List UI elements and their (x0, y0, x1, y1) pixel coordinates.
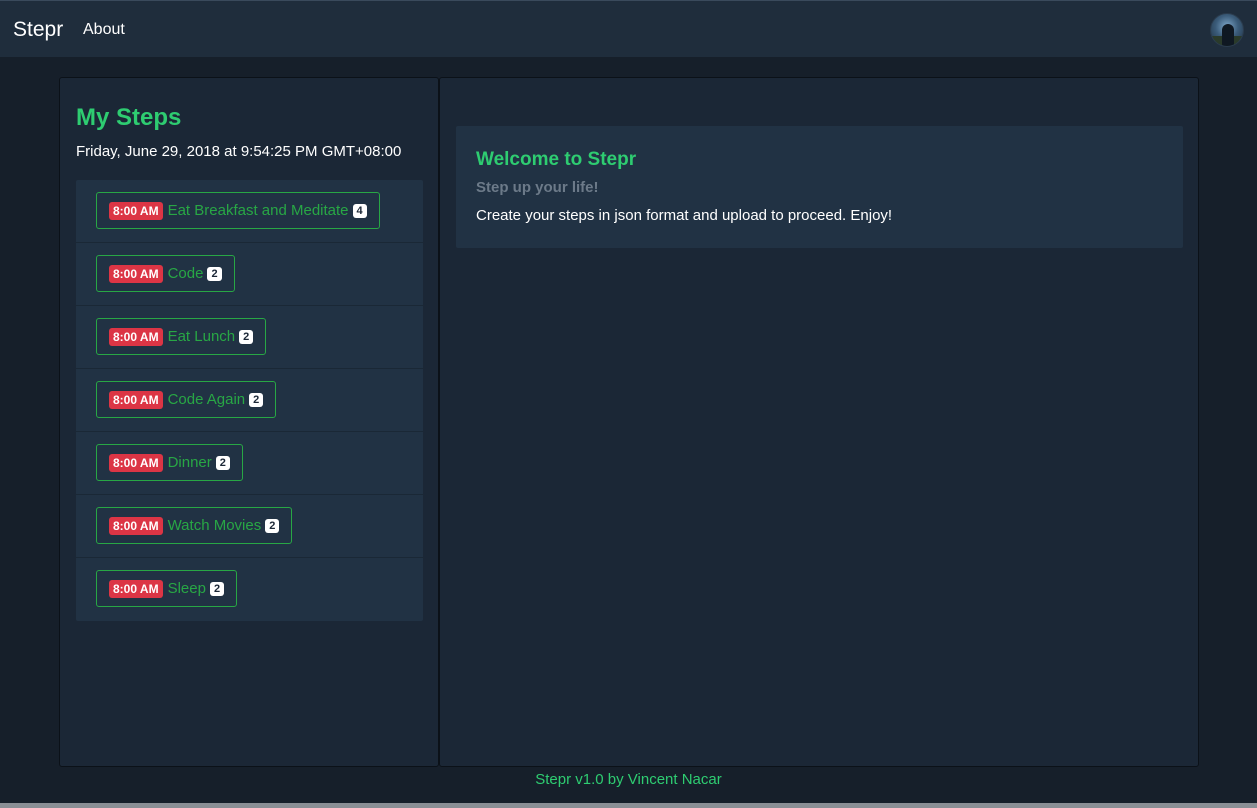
list-item: 8:00 AM Eat Lunch 2 (76, 306, 423, 369)
steps-list: 8:00 AM Eat Breakfast and Meditate 4 8:0… (76, 180, 423, 621)
count-badge: 4 (352, 203, 367, 218)
list-item: 8:00 AM Code 2 (76, 243, 423, 306)
step-button[interactable]: 8:00 AM Code Again 2 (96, 381, 277, 418)
step-button[interactable]: 8:00 AM Eat Lunch 2 (96, 318, 267, 355)
step-label: Code Again (167, 391, 246, 408)
count-badge: 2 (249, 392, 264, 407)
count-badge: 2 (265, 518, 280, 533)
nav-link-about[interactable]: About (83, 21, 125, 39)
step-button[interactable]: 8:00 AM Watch Movies 2 (96, 507, 293, 544)
step-label: Sleep (167, 580, 206, 597)
brand-logo[interactable]: Stepr (13, 18, 63, 42)
step-label: Eat Lunch (167, 328, 236, 345)
list-item: 8:00 AM Dinner 2 (76, 432, 423, 495)
list-item: 8:00 AM Watch Movies 2 (76, 495, 423, 558)
welcome-jumbotron: Welcome to Stepr Step up your life! Crea… (456, 126, 1183, 248)
user-avatar[interactable] (1210, 13, 1244, 47)
count-badge: 2 (209, 581, 225, 596)
count-badge: 2 (207, 266, 222, 281)
time-badge: 8:00 AM (109, 201, 163, 220)
step-label: Code (167, 265, 204, 282)
list-item: 8:00 AM Code Again 2 (76, 369, 423, 432)
current-date: Friday, June 29, 2018 at 9:54:25 PM GMT+… (76, 143, 402, 160)
welcome-title: Welcome to Stepr (476, 149, 637, 170)
steps-panel: My Steps Friday, June 29, 2018 at 9:54:2… (59, 77, 439, 767)
avatar-figure (1222, 24, 1234, 46)
navbar: Stepr About (0, 0, 1257, 57)
step-label: Eat Breakfast and Meditate (167, 202, 349, 219)
step-label: Watch Movies (167, 517, 262, 534)
footer-text: Stepr v1.0 by Vincent Nacar (535, 771, 722, 788)
step-button[interactable]: 8:00 AM Eat Breakfast and Meditate 4 (96, 192, 380, 229)
list-item: 8:00 AM Eat Breakfast and Meditate 4 (76, 180, 423, 243)
time-badge: 8:00 AM (109, 264, 163, 283)
step-button[interactable]: 8:00 AM Sleep 2 (96, 570, 238, 607)
step-label: Dinner (167, 454, 212, 471)
welcome-subtitle: Step up your life! (476, 179, 599, 196)
time-badge: 8:00 AM (109, 453, 163, 472)
bottom-scrollbar (0, 803, 1257, 808)
content-panel: Welcome to Stepr Step up your life! Crea… (439, 77, 1199, 767)
step-button[interactable]: 8:00 AM Dinner 2 (96, 444, 243, 481)
count-badge: 2 (215, 455, 230, 470)
time-badge: 8:00 AM (109, 327, 163, 346)
time-badge: 8:00 AM (109, 579, 163, 598)
time-badge: 8:00 AM (109, 516, 163, 535)
list-item: 8:00 AM Sleep 2 (76, 558, 423, 621)
time-badge: 8:00 AM (109, 390, 163, 409)
welcome-text: Create your steps in json format and upl… (476, 207, 893, 224)
count-badge: 2 (239, 329, 254, 344)
page-title: My Steps (76, 104, 182, 131)
step-button[interactable]: 8:00 AM Code 2 (96, 255, 235, 292)
